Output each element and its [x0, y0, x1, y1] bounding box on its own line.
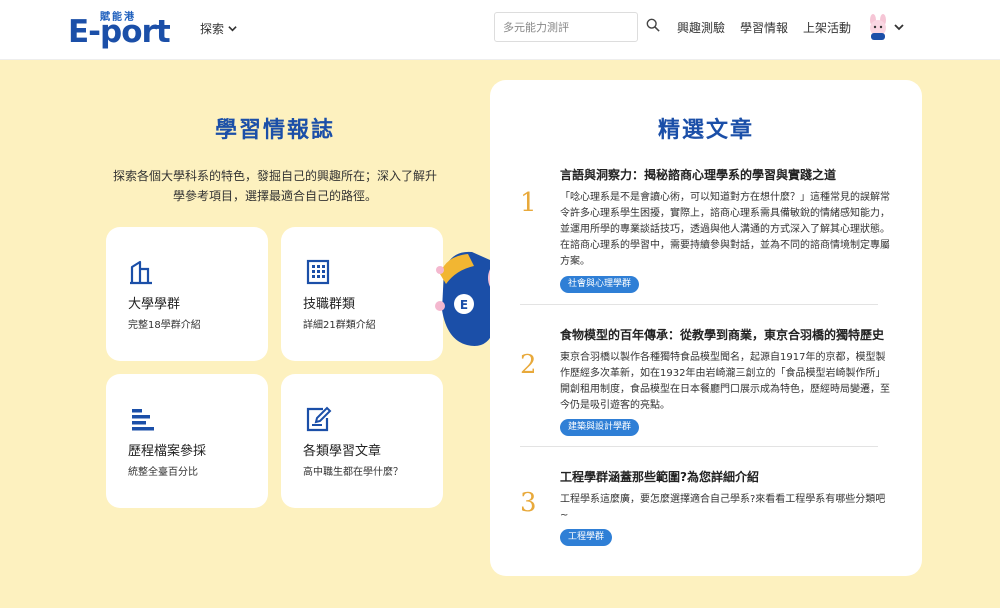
- card-vocational-groups[interactable]: 技職群類 詳細21群類介紹: [281, 227, 443, 361]
- card-subtitle: 完整18學群介紹: [128, 320, 201, 331]
- card-learning-articles[interactable]: 各類學習文章 高中職生都在學什麼？: [281, 374, 443, 508]
- article-number: 2: [520, 350, 537, 380]
- article-number: 1: [520, 188, 537, 218]
- article-excerpt: 「唸心理系是不是會讀心術，可以知道對方在想什麼？」這種常見的誤解常令許多心理系學…: [560, 192, 890, 267]
- card-title: 技職群類: [303, 297, 356, 312]
- card-title: 各類學習文章: [303, 444, 382, 459]
- user-avatar[interactable]: [866, 14, 890, 40]
- article-category-tag[interactable]: 建築與設計學群: [560, 419, 640, 436]
- card-title: 歷程檔案參採: [128, 444, 207, 459]
- eport-logo[interactable]: 賦能港 E-port: [68, 10, 180, 50]
- article-number: 3: [520, 488, 537, 518]
- description-line: 探索各個大學科系的特色，發掘自己的興趣所在；深入了解升: [112, 169, 437, 183]
- featured-articles-title: 精選文章: [657, 118, 754, 143]
- card-subtitle: 詳細21群類介紹: [303, 320, 376, 331]
- featured-articles-panel: 精選文章 1 言語與洞察力：揭秘諮商心理學系的學習與實踐之道 「唸心理系是不是會…: [490, 80, 922, 576]
- learning-magazine-description: 探索各個大學科系的特色，發掘自己的興趣所在；深入了解升 學參考項目，選擇最適合自…: [105, 166, 445, 206]
- article-divider: [520, 446, 878, 447]
- chevron-down-icon[interactable]: [894, 22, 904, 32]
- card-subtitle: 統整全臺百分比: [128, 467, 198, 478]
- university-icon: [130, 260, 152, 285]
- article-divider: [520, 304, 878, 305]
- article-title[interactable]: 食物模型的百年傳承：從教學到商業，東京合羽橋的獨特歷史: [560, 326, 900, 343]
- search-icon[interactable]: [646, 18, 660, 32]
- description-line: 學參考項目，選擇最適合自己的路徑。: [172, 189, 377, 203]
- nav-activities[interactable]: 上架活動: [803, 19, 851, 36]
- article-excerpt: 東京合羽橋以製作各種獨特食品模型聞名，起源自1917年的京都，模型製作歷經多次革…: [560, 352, 890, 411]
- explore-menu[interactable]: 探索: [200, 20, 237, 37]
- explore-label: 探索: [200, 22, 225, 36]
- nav-learning-info[interactable]: 學習情報: [740, 19, 788, 36]
- top-header: 賦能港 E-port 探索 興趣測驗 學習情報 上架活動: [0, 0, 1000, 60]
- chevron-down-icon: [228, 26, 237, 32]
- nav-interest-test[interactable]: 興趣測驗: [677, 19, 725, 36]
- learning-magazine-title: 學習情報誌: [214, 118, 335, 143]
- article-title[interactable]: 工程學群涵蓋那些範圍?為您詳細介紹: [560, 468, 900, 485]
- bar-list-icon: [132, 409, 154, 431]
- card-university-groups[interactable]: 大學學群 完整18學群介紹: [106, 227, 268, 361]
- building-icon: [306, 259, 330, 285]
- article-excerpt: 工程學系這麼廣，要怎麼選擇適合自己學系?來看看工程學系有哪些分類吧~: [560, 494, 886, 521]
- svg-text:E: E: [460, 298, 468, 312]
- article-title[interactable]: 言語與洞察力：揭秘諮商心理學系的學習與實踐之道: [560, 166, 900, 183]
- article-category-tag[interactable]: 工程學群: [560, 529, 613, 546]
- card-portfolio-reference[interactable]: 歷程檔案參採 統整全臺百分比: [106, 374, 268, 508]
- card-title: 大學學群: [128, 297, 181, 312]
- edit-note-icon: [306, 406, 332, 432]
- card-subtitle: 高中職生都在學什麼？: [303, 467, 403, 478]
- search-input[interactable]: [494, 12, 638, 42]
- logo-wordmark: E-port: [68, 14, 171, 50]
- article-category-tag[interactable]: 社會與心理學群: [560, 276, 640, 293]
